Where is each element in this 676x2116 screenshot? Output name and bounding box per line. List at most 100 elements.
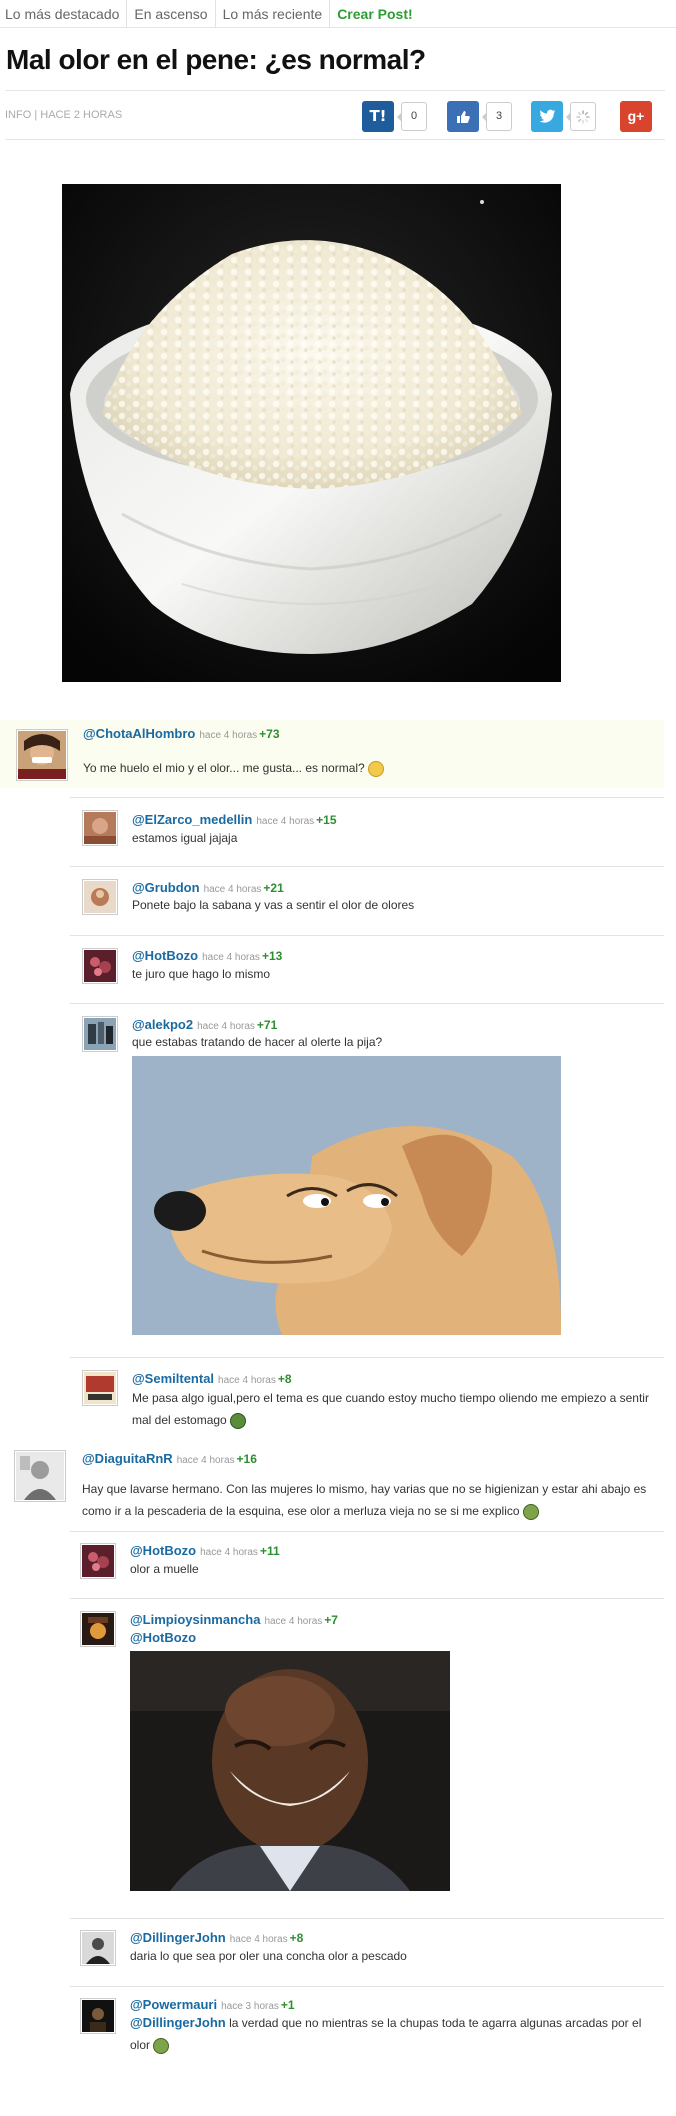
laughing-man-image: [130, 1651, 450, 1891]
comment-score: +71: [256, 1018, 278, 1032]
avatar[interactable]: [16, 729, 68, 781]
comment-score: +8: [289, 1931, 304, 1945]
share-bar: INFO | HACE 2 HORAS T! 0 3 g+: [5, 90, 665, 140]
comment-username[interactable]: @Powermauri: [130, 1997, 217, 2012]
comment-score: +13: [261, 949, 283, 963]
comment-text: @DillingerJohn la verdad que no mientras…: [130, 2012, 662, 2056]
twitter-share-button[interactable]: [531, 101, 563, 132]
comment-header: @ChotaAlHombro hace 4 horas +73: [83, 725, 280, 745]
comment-header: @Limpioysinmancha hace 4 horas +7: [130, 1611, 338, 1631]
tab-mas-reciente[interactable]: Lo más reciente: [216, 0, 331, 28]
comment-username[interactable]: @Grubdon: [132, 880, 200, 895]
comment-score: +8: [277, 1372, 292, 1386]
avatar-image: [82, 2000, 114, 2032]
comment-text: Hay que lavarse hermano. Con las mujeres…: [82, 1478, 664, 1522]
comment-score: +7: [324, 1613, 338, 1627]
thumbs-up-icon: [457, 111, 470, 123]
comment-time: hace 4 horas: [218, 1375, 276, 1386]
comment-text: estamos igual jajaja: [132, 831, 238, 845]
avatar[interactable]: [80, 1611, 116, 1647]
taringa-share-button[interactable]: T!: [362, 101, 394, 132]
avatar[interactable]: [82, 810, 118, 846]
comment-score: +11: [259, 1544, 280, 1558]
comment-username[interactable]: @HotBozo: [132, 948, 198, 963]
divider: [70, 1003, 664, 1004]
avatar-image: [82, 1932, 114, 1964]
comment-score: +15: [316, 813, 337, 827]
comment-time: hace 4 horas: [202, 952, 260, 963]
worried-emoji-icon: [367, 760, 384, 777]
comment-text: daria lo que sea por oler una concha olo…: [130, 1949, 407, 1963]
avatar-image: [82, 1545, 114, 1577]
comment-username[interactable]: @ChotaAlHombro: [83, 726, 195, 741]
comment-username[interactable]: @alekpo2: [132, 1017, 193, 1032]
comment-score: +16: [236, 1452, 257, 1466]
facebook-like-count: 3: [482, 102, 512, 131]
tab-destacado[interactable]: Lo más destacado: [0, 0, 128, 28]
gplus-share-button[interactable]: g+: [620, 101, 652, 132]
facebook-like-button[interactable]: [447, 101, 479, 132]
divider: [70, 797, 664, 798]
twitter-share-count: [566, 102, 596, 131]
comment-username[interactable]: @DiaguitaRnR: [82, 1451, 173, 1466]
comment-time: hace 4 horas: [176, 1455, 235, 1466]
comment-body: Hay que lavarse hermano. Con las mujeres…: [82, 1482, 647, 1518]
avatar[interactable]: [80, 1930, 116, 1966]
avatar[interactable]: [80, 1543, 116, 1579]
avatar[interactable]: [80, 1998, 116, 2034]
taringa-icon: T!: [369, 107, 387, 125]
mention-link[interactable]: @DillingerJohn: [130, 2015, 226, 2030]
comment-score: +73: [259, 727, 280, 741]
cartoon-dog-image: [132, 1056, 561, 1335]
sick-emoji-icon: [153, 2037, 170, 2054]
twitter-bird-icon: [538, 109, 555, 123]
avatar-image: [84, 1018, 116, 1050]
mention-link[interactable]: @HotBozo: [130, 1630, 196, 1645]
divider: [70, 935, 664, 936]
comment-body: Yo me huelo el mio y el olor... me gusta…: [83, 761, 365, 775]
comment-username[interactable]: @Limpioysinmancha: [130, 1612, 260, 1627]
top-nav: Lo más destacado En ascenso Lo más recie…: [0, 0, 676, 28]
comment-username[interactable]: @HotBozo: [130, 1543, 196, 1558]
divider: [70, 1598, 664, 1599]
create-post-link[interactable]: Crear Post!: [330, 0, 419, 28]
comment-username[interactable]: @DillingerJohn: [130, 1930, 226, 1945]
avatar[interactable]: [82, 948, 118, 984]
loading-spinner-icon: [576, 110, 590, 124]
comment-mention: @HotBozo: [130, 1629, 196, 1647]
comment-text: Ponete bajo la sabana y vas a sentir el …: [132, 898, 415, 912]
comment-time: hace 4 horas: [264, 1616, 323, 1627]
divider: [70, 1531, 664, 1532]
avatar[interactable]: [82, 879, 118, 915]
comment-header: @DiaguitaRnR hace 4 horas +16: [82, 1450, 257, 1470]
cottage-cheese-bowl-image: [62, 184, 561, 682]
comment-time: hace 4 horas: [256, 816, 315, 827]
comment-username[interactable]: @ElZarco_medellin: [132, 812, 252, 827]
divider: [70, 1986, 664, 1987]
comment-image: [130, 1651, 450, 1891]
avatar[interactable]: [14, 1450, 66, 1502]
comment-username[interactable]: @Semiltental: [132, 1371, 214, 1386]
comment-time: hace 4 horas: [200, 1547, 258, 1558]
comment-time: hace 4 horas: [199, 730, 258, 741]
tab-en-ascenso[interactable]: En ascenso: [127, 0, 216, 28]
sick-emoji-icon: [522, 1503, 539, 1520]
comment-time: hace 3 horas: [221, 2001, 279, 2012]
page-title: Mal olor en el pene: ¿es normal?: [6, 44, 426, 75]
avatar-image: [18, 731, 66, 779]
comment-text: te juro que hago lo mismo: [132, 967, 271, 981]
divider: [70, 1918, 664, 1919]
avatar[interactable]: [82, 1016, 118, 1052]
avatar-image: [84, 950, 116, 982]
comment-text: Me pasa algo igual,pero el tema es que c…: [132, 1387, 662, 1431]
comment-text: Yo me huelo el mio y el olor... me gusta…: [83, 757, 384, 779]
post-meta: INFO | HACE 2 HORAS: [5, 109, 123, 121]
divider: [70, 1357, 664, 1358]
avatar-image: [82, 1613, 114, 1645]
comment-score: +1: [280, 1998, 295, 2012]
divider: [70, 866, 664, 867]
avatar[interactable]: [82, 1370, 118, 1406]
comment-text: que estabas tratando de hacer al olerte …: [132, 1035, 383, 1049]
avatar-image: [84, 881, 116, 913]
avatar-image: [84, 1372, 116, 1404]
